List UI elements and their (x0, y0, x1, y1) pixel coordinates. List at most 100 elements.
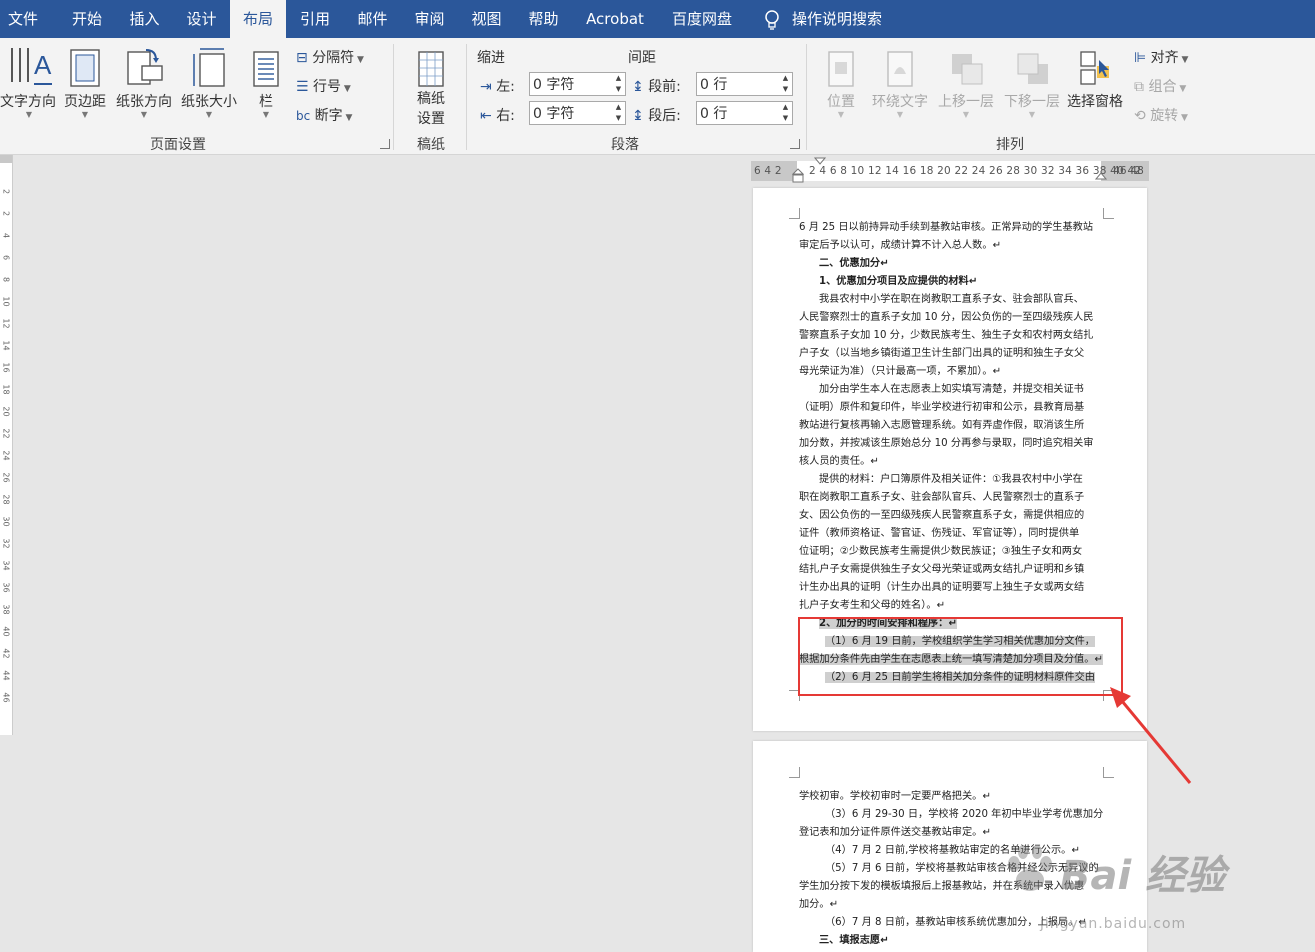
vertical-ruler-number: 6 (1, 254, 11, 261)
tab-references[interactable]: 引用 (286, 0, 344, 38)
group-icon: ⧉ (1134, 79, 1144, 95)
vertical-ruler-number: 40 (1, 626, 11, 637)
document-line[interactable]: 扎户子女考生和父母的姓名）。↵ (799, 597, 1105, 615)
tab-help[interactable]: 帮助 (515, 0, 572, 38)
document-line[interactable]: 审定后予以认可，成绩计算不计入总人数。↵ (799, 237, 1105, 255)
annotation-arrow-icon (1110, 687, 1192, 784)
document-line[interactable]: （3）6 月 29-30 日，学校将 2020 年初中毕业学考优惠加分 (799, 806, 1131, 824)
indent-right-input[interactable]: 0 字符 ▲ ▼ (529, 101, 626, 125)
vertical-ruler[interactable]: 2 2 4 6 8 10 12 14 16 18 20 22 24 26 28 30 32 34 36 38 40 42 4… (0, 155, 13, 735)
manuscript-button-line2: 设置 (417, 111, 445, 127)
tab-design[interactable]: 设计 (173, 0, 230, 38)
vertical-ruler-number: 32 (1, 538, 11, 549)
tab-view[interactable]: 视图 (458, 0, 515, 38)
paper-size-icon (193, 48, 225, 87)
page-setup-dialog-launcher[interactable] (380, 139, 390, 149)
manuscript-group-label: 稿纸 (417, 137, 445, 153)
tab-file[interactable]: 文件 (0, 0, 46, 38)
document-line[interactable]: 教站进行复核再输入志愿管理系统。如有弄虚作假，取消该生所 (799, 417, 1105, 435)
tab-insert[interactable]: 插入 (116, 0, 173, 38)
group-button[interactable]: ⧉ 组合 ▼ (1134, 76, 1186, 96)
ruler-main-numbers: 2 4 6 8 10 12 14 16 18 20 22 24 26 28 30… (809, 165, 1142, 177)
vertical-ruler-number: 46 (1, 692, 11, 703)
position-button[interactable]: 位置 ▼ (818, 40, 864, 130)
document-line[interactable]: 加分数，并按减该生原始总分 10 分再参与录取，同时追究相关审 (799, 435, 1105, 453)
hyphenation-icon: bc (296, 109, 311, 123)
spacing-label: 间距 (628, 50, 656, 66)
tell-me-search[interactable]: 操作说明搜索 (792, 0, 892, 38)
spinner-arrows[interactable]: ▲ ▼ (779, 102, 792, 124)
document-line[interactable]: 6 月 25 日以前持异动手续到基教站审核。正常异动的学生基教站 (799, 219, 1105, 237)
manuscript-settings-button[interactable]: 稿纸 设置 (404, 40, 458, 130)
margins-button[interactable]: 页边距 ▼ (60, 40, 110, 130)
indent-left-label: ⇥ 左: (480, 79, 515, 95)
wrap-text-button[interactable]: 环绕文字 ▼ (866, 40, 934, 130)
document-line[interactable]: 母光荣证为准）（只计最高一项，不累加）。↵ (799, 363, 1105, 381)
document-line[interactable]: 加分由学生本人在志愿表上如实填写清楚，并提交相关证书 (799, 381, 1125, 399)
document-line[interactable]: 学校初审。学校初审时一定要严格把关。↵ (799, 788, 1105, 806)
document-line[interactable]: 女、因公负伤的一至四级残疾人民警察直系子女，需提供相应的 (799, 507, 1105, 525)
document-line[interactable]: 位证明；②少数民族考生需提供少数民族证；③独生子女和两女 (799, 543, 1105, 561)
highlight-annotation-box (798, 617, 1123, 696)
selection-pane-button[interactable]: 选择窗格 (1064, 40, 1126, 130)
vertical-ruler-number: 34 (1, 560, 11, 571)
spinner-arrows[interactable]: ▲ ▼ (612, 102, 625, 124)
text-direction-button[interactable]: A 文字方向 ▼ (0, 40, 58, 130)
space-after-icon: ↨ (632, 108, 644, 124)
document-line[interactable]: 1、优惠加分项目及应提供的材料↵ (799, 273, 1125, 291)
paragraph-dialog-launcher[interactable] (790, 139, 800, 149)
baidu-jingyan-watermark: Bai 经验 jingyan.baidu.com (1008, 838, 1310, 952)
indent-left-input[interactable]: 0 字符 ▲ ▼ (529, 72, 626, 96)
columns-button[interactable]: 栏 ▼ (248, 40, 284, 130)
hyphenation-button[interactable]: bc 断字 ▼ (296, 105, 352, 125)
line-numbers-icon: ☰ (296, 79, 309, 95)
columns-icon (253, 51, 279, 87)
orientation-icon (127, 49, 163, 85)
document-line[interactable]: 职在岗教职工直系子女、驻会部队官兵、人民警察烈士的直系子 (799, 489, 1105, 507)
breaks-icon: ⊟ (296, 50, 308, 66)
vertical-ruler-number: 42 (1, 648, 11, 659)
vertical-ruler-number: 44 (1, 670, 11, 681)
rotate-button[interactable]: ⟲ 旋转 ▼ (1134, 105, 1188, 125)
tab-baidu-netdisk[interactable]: 百度网盘 (658, 0, 746, 38)
document-line[interactable]: 二、优惠加分↵ (799, 255, 1125, 273)
size-button[interactable]: 纸张大小 ▼ (177, 40, 241, 130)
group-separator (466, 44, 467, 150)
spinner-arrows[interactable]: ▲ ▼ (779, 73, 792, 95)
document-line[interactable]: 我县农村中小学在职在岗教职工直系子女、驻会部队官兵、 (799, 291, 1125, 309)
space-after-input[interactable]: 0 行 ▲ ▼ (696, 101, 793, 125)
space-before-input[interactable]: 0 行 ▲ ▼ (696, 72, 793, 96)
send-backward-button[interactable]: 下移一层 ▼ (1000, 40, 1064, 130)
first-line-indent-marker[interactable] (814, 157, 826, 167)
document-line[interactable]: 人民警察烈士的直系子女加 10 分，因公负伤的一至四级残疾人民 (799, 309, 1105, 327)
vertical-ruler-number: 18 (1, 384, 11, 395)
document-line[interactable]: 证件（教师资格证、警官证、伤残证、军官证等），同时提供单 (799, 525, 1105, 543)
tab-mailings[interactable]: 邮件 (344, 0, 401, 38)
breaks-button[interactable]: ⊟ 分隔符 ▼ (296, 47, 364, 67)
margins-icon (70, 49, 100, 87)
spinner-arrows[interactable]: ▲ ▼ (612, 73, 625, 95)
document-line[interactable]: 户子女（以当地乡镇街道卫生计生部门出具的证明和独生子女父 (799, 345, 1105, 363)
document-line[interactable]: （证明）原件和复印件，毕业学校进行初审和公示，县教育局基 (799, 399, 1105, 417)
document-line[interactable]: 计生办出具的证明（计生办出具的证明要写上独生子女或两女结 (799, 579, 1105, 597)
indent-marker-left[interactable] (792, 158, 804, 184)
document-line[interactable]: 结扎户子女需提供独生子女父母光荣证或两女结扎户证明和乡镇 (799, 561, 1105, 579)
horizontal-ruler[interactable]: 6 4 2 2 4 6 8 10 12 14 16 18 20 22 24 26… (751, 157, 1149, 184)
tab-home[interactable]: 开始 (58, 0, 116, 38)
align-button[interactable]: ⊫ 对齐 ▼ (1134, 47, 1188, 67)
orientation-button[interactable]: 纸张方向 ▼ (112, 40, 176, 130)
bring-forward-button[interactable]: 上移一层 ▼ (934, 40, 998, 130)
line-numbers-button[interactable]: ☰ 行号 ▼ (296, 76, 351, 96)
vertical-ruler-number: 22 (1, 428, 11, 439)
margin-corner-mark (789, 208, 800, 219)
document-line[interactable]: 警察直系子女加 10 分，少数民族考生、独生子女和农村两女结扎 (799, 327, 1105, 345)
document-line[interactable]: 核人员的责任。↵ (799, 453, 1105, 471)
ribbon: A 文字方向 ▼ 页边距 ▼ 纸张方向 ▼ 纸张大小 ▼ 栏 ▼ ⊟ 分隔符 ▼… (0, 38, 1315, 155)
tab-layout[interactable]: 布局 (230, 0, 286, 38)
tab-acrobat[interactable]: Acrobat (572, 0, 658, 38)
indent-marker-right[interactable] (1095, 169, 1107, 183)
tab-review[interactable]: 审阅 (401, 0, 458, 38)
lightbulb-icon[interactable] (762, 9, 782, 31)
margin-corner-mark (1103, 208, 1114, 219)
document-line[interactable]: 提供的材料：户口簿原件及相关证件：①我县农村中小学在 (799, 471, 1125, 489)
